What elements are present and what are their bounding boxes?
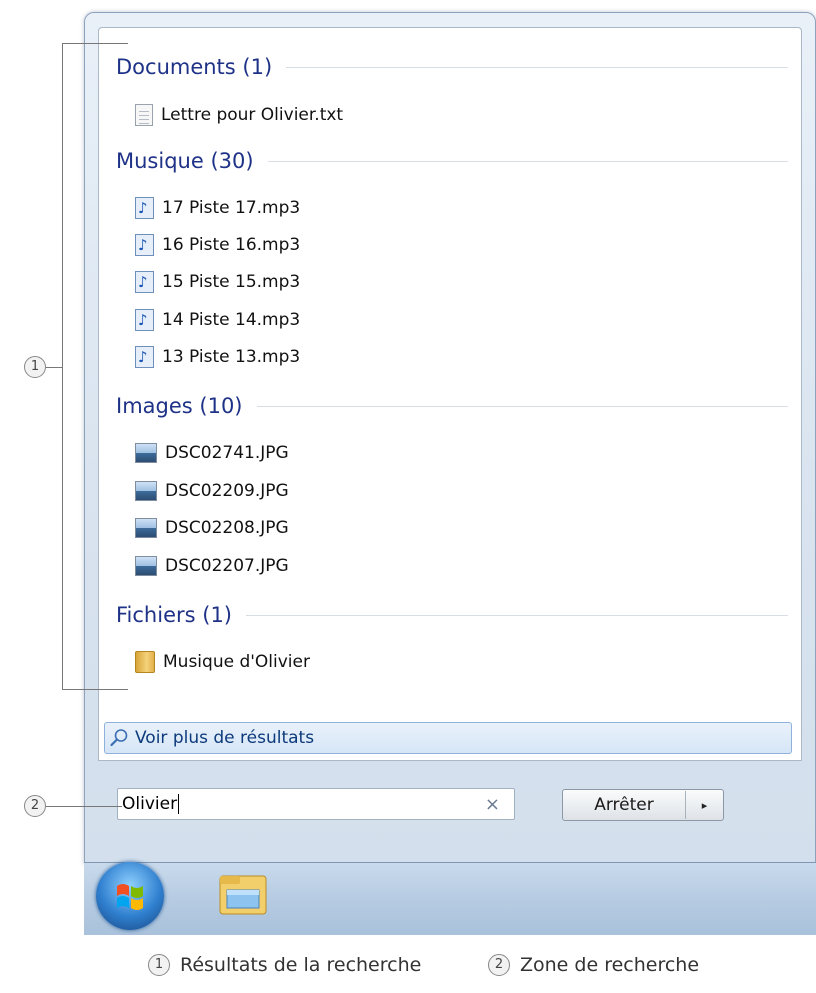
see-more-results-label: Voir plus de résultats (135, 728, 315, 748)
see-more-results-button[interactable]: Voir plus de résultats (104, 722, 792, 754)
list-item[interactable]: Lettre pour Olivier.txt (135, 100, 343, 130)
item-label: DSC02741.JPG (165, 443, 289, 463)
item-label: Lettre pour Olivier.txt (161, 105, 344, 125)
search-icon (109, 728, 129, 748)
list-item[interactable]: 13 Piste 13.mp3 (135, 342, 300, 372)
list-item[interactable]: 14 Piste 14.mp3 (135, 305, 300, 335)
image-file-icon (135, 556, 157, 576)
group-divider (246, 614, 788, 616)
item-label: DSC02207.JPG (165, 556, 289, 576)
callout-connector (46, 367, 62, 368)
legend-number-1: 1 (148, 954, 170, 976)
image-file-icon (135, 443, 157, 463)
legend-label-2: Zone de recherche (520, 954, 700, 976)
list-item[interactable]: DSC02209.JPG (135, 476, 289, 506)
stop-button[interactable]: Arrêter ▸ (562, 789, 724, 821)
group-title: Fichiers (1) (116, 603, 232, 627)
list-item[interactable]: 17 Piste 17.mp3 (135, 193, 300, 223)
music-file-icon (135, 271, 154, 293)
search-results-panel: Documents (1) Lettre pour Olivier.txt Mu… (98, 27, 802, 761)
list-item[interactable]: DSC02207.JPG (135, 551, 289, 581)
text-file-icon (135, 104, 153, 126)
image-file-icon (135, 518, 157, 538)
stop-button-label: Arrêter (594, 795, 654, 815)
group-divider (286, 66, 788, 68)
legend-item-1: 1 Résultats de la recherche (148, 954, 421, 976)
image-file-icon (135, 481, 157, 501)
search-input-value: Olivier (122, 794, 178, 814)
music-file-icon (135, 309, 154, 331)
list-item[interactable]: DSC02741.JPG (135, 438, 289, 468)
taskbar (84, 862, 816, 935)
music-file-icon (135, 346, 154, 368)
list-item[interactable]: DSC02208.JPG (135, 513, 289, 543)
start-orb-icon[interactable] (96, 862, 164, 930)
group-header-music[interactable]: Musique (30) (116, 149, 788, 173)
clear-search-icon[interactable]: × (485, 794, 500, 815)
callout-bracket-top (62, 43, 128, 44)
callout-number-2: 2 (24, 795, 46, 817)
item-label: DSC02209.JPG (165, 481, 289, 501)
list-item[interactable]: 16 Piste 16.mp3 (135, 230, 300, 260)
list-item[interactable]: Musique d'Olivier (135, 647, 310, 677)
group-title: Musique (30) (116, 149, 254, 173)
legend-item-2: 2 Zone de recherche (488, 954, 699, 976)
callout-number-1: 1 (24, 356, 46, 378)
group-header-files[interactable]: Fichiers (1) (116, 603, 788, 627)
item-label: 16 Piste 16.mp3 (162, 235, 301, 255)
item-label: 14 Piste 14.mp3 (162, 310, 301, 330)
text-caret (178, 794, 180, 814)
music-file-icon (135, 234, 154, 256)
music-file-icon (135, 197, 154, 219)
group-title: Documents (1) (116, 55, 273, 79)
callout-connector (46, 806, 122, 807)
legend-number-2: 2 (488, 954, 510, 976)
group-title: Images (10) (116, 394, 243, 418)
windows-explorer-icon[interactable] (216, 870, 270, 920)
folder-icon (135, 651, 155, 673)
group-divider (256, 405, 788, 407)
chevron-right-icon[interactable]: ▸ (686, 799, 723, 812)
item-label: Musique d'Olivier (163, 652, 310, 672)
group-divider (267, 160, 788, 162)
item-label: 13 Piste 13.mp3 (162, 347, 301, 367)
callout-bracket-bottom (62, 689, 128, 690)
list-item[interactable]: 15 Piste 15.mp3 (135, 267, 300, 297)
group-header-images[interactable]: Images (10) (116, 394, 788, 418)
item-label: DSC02208.JPG (165, 518, 289, 538)
item-label: 15 Piste 15.mp3 (162, 272, 301, 292)
callout-bracket (62, 43, 63, 690)
legend-label-1: Résultats de la recherche (180, 954, 422, 976)
group-header-documents[interactable]: Documents (1) (116, 55, 788, 79)
search-input[interactable]: Olivier × (117, 788, 515, 820)
item-label: 17 Piste 17.mp3 (162, 198, 301, 218)
